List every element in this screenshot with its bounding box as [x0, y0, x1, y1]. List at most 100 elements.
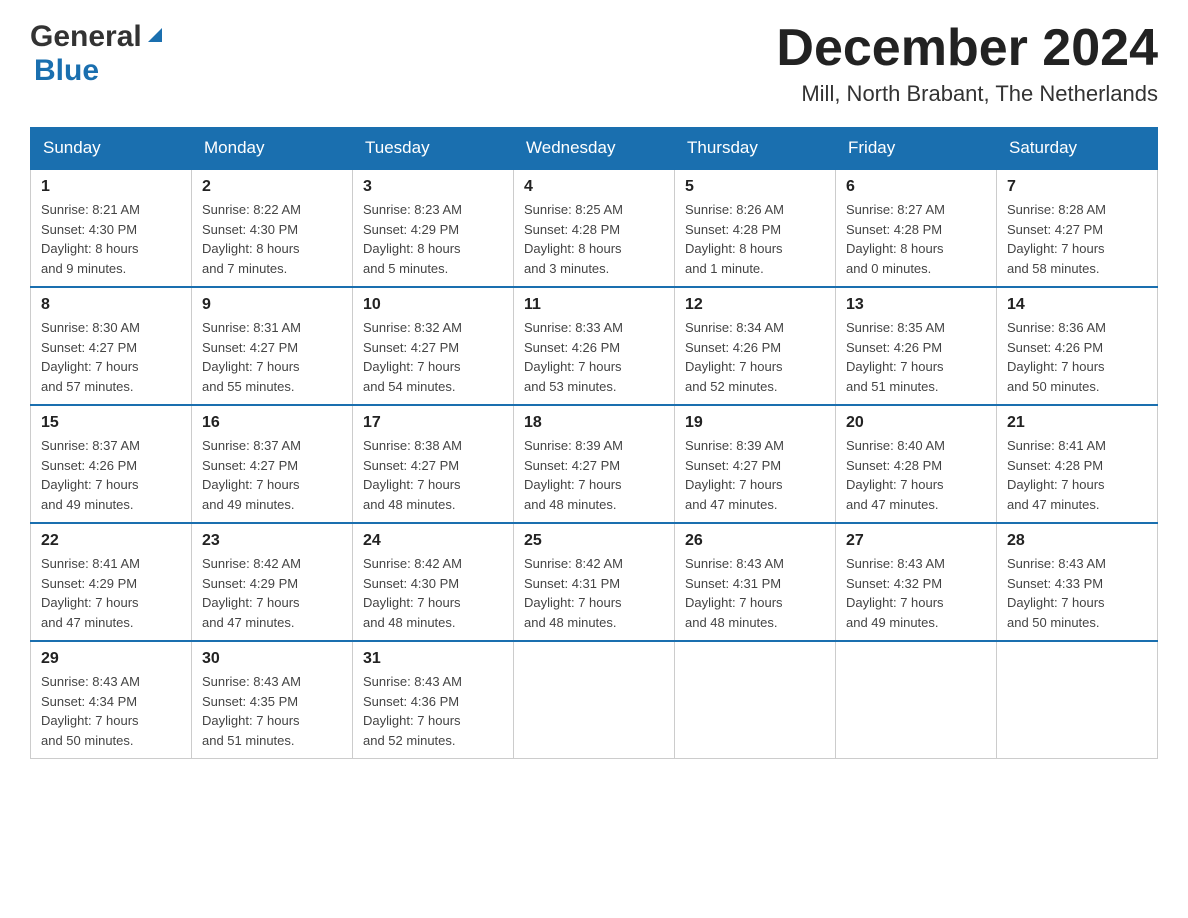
day-number: 24 — [363, 532, 503, 550]
day-info: Sunrise: 8:43 AMSunset: 4:34 PMDaylight:… — [41, 674, 140, 748]
calendar-cell: 31 Sunrise: 8:43 AMSunset: 4:36 PMDaylig… — [353, 641, 514, 759]
day-info: Sunrise: 8:43 AMSunset: 4:36 PMDaylight:… — [363, 674, 462, 748]
logo-blue-text: Blue — [34, 54, 99, 87]
calendar-cell: 16 Sunrise: 8:37 AMSunset: 4:27 PMDaylig… — [192, 405, 353, 523]
page-header: General Blue December 2024 Mill, North B… — [30, 20, 1158, 107]
calendar-cell: 10 Sunrise: 8:32 AMSunset: 4:27 PMDaylig… — [353, 287, 514, 405]
day-number: 25 — [524, 532, 664, 550]
day-info: Sunrise: 8:36 AMSunset: 4:26 PMDaylight:… — [1007, 320, 1106, 394]
weekday-header-row: SundayMondayTuesdayWednesdayThursdayFrid… — [31, 128, 1158, 170]
day-number: 29 — [41, 650, 181, 668]
calendar-cell: 12 Sunrise: 8:34 AMSunset: 4:26 PMDaylig… — [675, 287, 836, 405]
day-number: 19 — [685, 414, 825, 432]
calendar-cell: 23 Sunrise: 8:42 AMSunset: 4:29 PMDaylig… — [192, 523, 353, 641]
weekday-header-wednesday: Wednesday — [514, 128, 675, 170]
calendar-cell: 2 Sunrise: 8:22 AMSunset: 4:30 PMDayligh… — [192, 169, 353, 287]
day-info: Sunrise: 8:27 AMSunset: 4:28 PMDaylight:… — [846, 202, 945, 276]
day-info: Sunrise: 8:33 AMSunset: 4:26 PMDaylight:… — [524, 320, 623, 394]
calendar-cell — [514, 641, 675, 759]
logo-general-text: General — [30, 20, 142, 54]
day-number: 10 — [363, 296, 503, 314]
calendar-cell: 17 Sunrise: 8:38 AMSunset: 4:27 PMDaylig… — [353, 405, 514, 523]
calendar-cell: 25 Sunrise: 8:42 AMSunset: 4:31 PMDaylig… — [514, 523, 675, 641]
day-number: 28 — [1007, 532, 1147, 550]
calendar-week-row: 1 Sunrise: 8:21 AMSunset: 4:30 PMDayligh… — [31, 169, 1158, 287]
calendar-week-row: 15 Sunrise: 8:37 AMSunset: 4:26 PMDaylig… — [31, 405, 1158, 523]
day-number: 15 — [41, 414, 181, 432]
day-info: Sunrise: 8:21 AMSunset: 4:30 PMDaylight:… — [41, 202, 140, 276]
calendar-cell: 18 Sunrise: 8:39 AMSunset: 4:27 PMDaylig… — [514, 405, 675, 523]
calendar-cell: 22 Sunrise: 8:41 AMSunset: 4:29 PMDaylig… — [31, 523, 192, 641]
day-info: Sunrise: 8:43 AMSunset: 4:31 PMDaylight:… — [685, 556, 784, 630]
weekday-header-tuesday: Tuesday — [353, 128, 514, 170]
day-number: 11 — [524, 296, 664, 314]
calendar-cell: 7 Sunrise: 8:28 AMSunset: 4:27 PMDayligh… — [997, 169, 1158, 287]
day-info: Sunrise: 8:32 AMSunset: 4:27 PMDaylight:… — [363, 320, 462, 394]
day-info: Sunrise: 8:41 AMSunset: 4:29 PMDaylight:… — [41, 556, 140, 630]
day-number: 8 — [41, 296, 181, 314]
day-info: Sunrise: 8:26 AMSunset: 4:28 PMDaylight:… — [685, 202, 784, 276]
day-info: Sunrise: 8:28 AMSunset: 4:27 PMDaylight:… — [1007, 202, 1106, 276]
calendar-cell: 14 Sunrise: 8:36 AMSunset: 4:26 PMDaylig… — [997, 287, 1158, 405]
day-info: Sunrise: 8:43 AMSunset: 4:32 PMDaylight:… — [846, 556, 945, 630]
day-number: 27 — [846, 532, 986, 550]
day-number: 16 — [202, 414, 342, 432]
day-number: 22 — [41, 532, 181, 550]
calendar-cell — [836, 641, 997, 759]
day-number: 2 — [202, 178, 342, 196]
weekday-header-sunday: Sunday — [31, 128, 192, 170]
day-number: 18 — [524, 414, 664, 432]
calendar-cell: 26 Sunrise: 8:43 AMSunset: 4:31 PMDaylig… — [675, 523, 836, 641]
day-info: Sunrise: 8:39 AMSunset: 4:27 PMDaylight:… — [685, 438, 784, 512]
calendar-cell — [675, 641, 836, 759]
day-number: 17 — [363, 414, 503, 432]
day-number: 31 — [363, 650, 503, 668]
calendar-cell: 30 Sunrise: 8:43 AMSunset: 4:35 PMDaylig… — [192, 641, 353, 759]
day-number: 13 — [846, 296, 986, 314]
day-number: 4 — [524, 178, 664, 196]
calendar-cell: 24 Sunrise: 8:42 AMSunset: 4:30 PMDaylig… — [353, 523, 514, 641]
calendar-cell: 21 Sunrise: 8:41 AMSunset: 4:28 PMDaylig… — [997, 405, 1158, 523]
day-info: Sunrise: 8:34 AMSunset: 4:26 PMDaylight:… — [685, 320, 784, 394]
logo-triangle-icon — [144, 24, 166, 51]
day-number: 3 — [363, 178, 503, 196]
weekday-header-thursday: Thursday — [675, 128, 836, 170]
day-info: Sunrise: 8:37 AMSunset: 4:27 PMDaylight:… — [202, 438, 301, 512]
day-number: 6 — [846, 178, 986, 196]
day-info: Sunrise: 8:30 AMSunset: 4:27 PMDaylight:… — [41, 320, 140, 394]
day-number: 7 — [1007, 178, 1147, 196]
calendar-cell: 13 Sunrise: 8:35 AMSunset: 4:26 PMDaylig… — [836, 287, 997, 405]
calendar-table: SundayMondayTuesdayWednesdayThursdayFrid… — [30, 127, 1158, 759]
day-info: Sunrise: 8:37 AMSunset: 4:26 PMDaylight:… — [41, 438, 140, 512]
calendar-cell: 28 Sunrise: 8:43 AMSunset: 4:33 PMDaylig… — [997, 523, 1158, 641]
day-number: 1 — [41, 178, 181, 196]
day-number: 14 — [1007, 296, 1147, 314]
day-info: Sunrise: 8:42 AMSunset: 4:30 PMDaylight:… — [363, 556, 462, 630]
day-info: Sunrise: 8:42 AMSunset: 4:29 PMDaylight:… — [202, 556, 301, 630]
calendar-cell: 27 Sunrise: 8:43 AMSunset: 4:32 PMDaylig… — [836, 523, 997, 641]
calendar-cell: 15 Sunrise: 8:37 AMSunset: 4:26 PMDaylig… — [31, 405, 192, 523]
day-number: 21 — [1007, 414, 1147, 432]
calendar-week-row: 29 Sunrise: 8:43 AMSunset: 4:34 PMDaylig… — [31, 641, 1158, 759]
day-number: 23 — [202, 532, 342, 550]
day-info: Sunrise: 8:25 AMSunset: 4:28 PMDaylight:… — [524, 202, 623, 276]
calendar-week-row: 8 Sunrise: 8:30 AMSunset: 4:27 PMDayligh… — [31, 287, 1158, 405]
calendar-cell: 1 Sunrise: 8:21 AMSunset: 4:30 PMDayligh… — [31, 169, 192, 287]
calendar-cell: 29 Sunrise: 8:43 AMSunset: 4:34 PMDaylig… — [31, 641, 192, 759]
calendar-cell: 8 Sunrise: 8:30 AMSunset: 4:27 PMDayligh… — [31, 287, 192, 405]
calendar-cell: 20 Sunrise: 8:40 AMSunset: 4:28 PMDaylig… — [836, 405, 997, 523]
calendar-cell: 3 Sunrise: 8:23 AMSunset: 4:29 PMDayligh… — [353, 169, 514, 287]
calendar-cell: 11 Sunrise: 8:33 AMSunset: 4:26 PMDaylig… — [514, 287, 675, 405]
day-info: Sunrise: 8:41 AMSunset: 4:28 PMDaylight:… — [1007, 438, 1106, 512]
month-title: December 2024 — [776, 20, 1158, 77]
day-info: Sunrise: 8:40 AMSunset: 4:28 PMDaylight:… — [846, 438, 945, 512]
calendar-cell: 5 Sunrise: 8:26 AMSunset: 4:28 PMDayligh… — [675, 169, 836, 287]
day-info: Sunrise: 8:22 AMSunset: 4:30 PMDaylight:… — [202, 202, 301, 276]
day-number: 30 — [202, 650, 342, 668]
day-number: 26 — [685, 532, 825, 550]
calendar-cell: 19 Sunrise: 8:39 AMSunset: 4:27 PMDaylig… — [675, 405, 836, 523]
weekday-header-monday: Monday — [192, 128, 353, 170]
calendar-cell: 9 Sunrise: 8:31 AMSunset: 4:27 PMDayligh… — [192, 287, 353, 405]
day-info: Sunrise: 8:42 AMSunset: 4:31 PMDaylight:… — [524, 556, 623, 630]
day-info: Sunrise: 8:43 AMSunset: 4:35 PMDaylight:… — [202, 674, 301, 748]
